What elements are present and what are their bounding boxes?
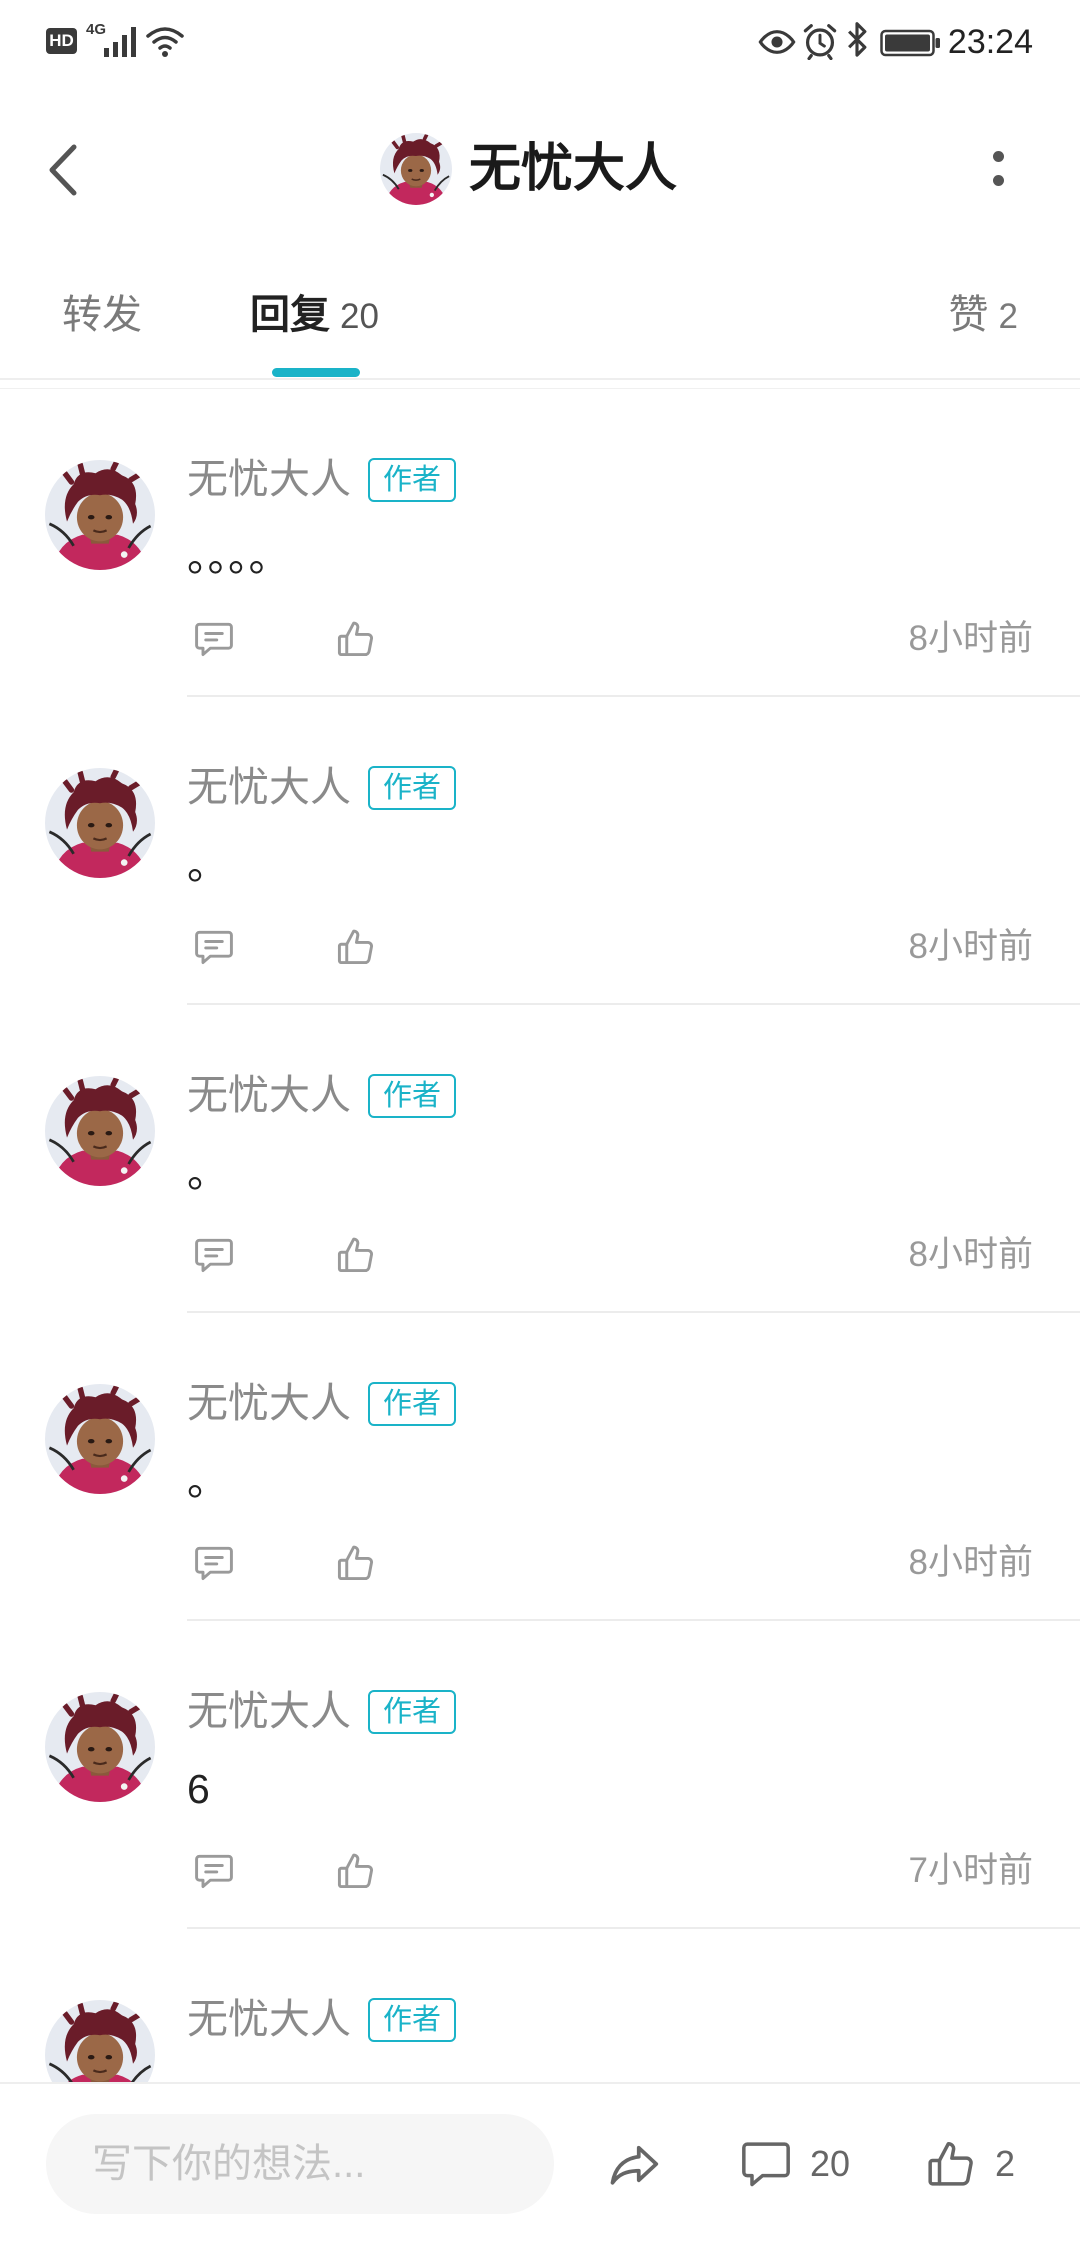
comment-time: 8小时前 — [908, 619, 1033, 658]
tab-forward[interactable]: 转发 — [62, 291, 142, 339]
avatar[interactable] — [45, 1692, 155, 1802]
avatar[interactable] — [45, 2000, 155, 2082]
comment-list[interactable]: 无忧大人 作者 。。。。 8小时前 无忧大人 作者 。 8小时前 无忧大人 作者… — [0, 389, 1080, 2082]
list-item: 无忧大人 作者 7 — [0, 1929, 1080, 2082]
hd-icon: HD — [46, 28, 77, 54]
avatar[interactable] — [45, 1384, 155, 1494]
tab-replies[interactable]: 回复 20 — [250, 291, 379, 339]
divider — [0, 378, 1080, 380]
comment-count: 20 — [810, 2143, 851, 2184]
comment-button[interactable]: 20 — [738, 2132, 858, 2196]
like-button[interactable] — [333, 1849, 377, 1893]
comment-content: 。 — [187, 842, 228, 888]
thumbs-up-icon — [333, 1233, 377, 1277]
thumbs-up-icon — [333, 925, 377, 969]
comment-author[interactable]: 无忧大人 — [187, 762, 351, 812]
status-bar: HD 4G 23:24 — [0, 0, 1080, 85]
comment-icon — [192, 1541, 236, 1585]
tab-label: 转发 — [62, 293, 142, 337]
author-badge: 作者 — [368, 1382, 456, 1426]
comment-bubble-icon — [742, 2142, 790, 2187]
tab-likes[interactable]: 赞2 — [949, 291, 1018, 339]
comment-content: 。 — [187, 1150, 228, 1196]
active-tab-indicator — [272, 368, 360, 377]
like-count: 2 — [995, 2143, 1016, 2184]
author-badge: 作者 — [368, 1690, 456, 1734]
signal-icon — [104, 27, 136, 57]
list-item: 无忧大人 作者 。。。。 8小时前 — [0, 389, 1080, 697]
avatar[interactable] — [45, 460, 155, 570]
back-button[interactable] — [40, 137, 92, 203]
comment-author[interactable]: 无忧大人 — [187, 1686, 351, 1736]
comment-icon — [192, 925, 236, 969]
comment-content: 。 — [187, 1458, 228, 1504]
reply-button[interactable] — [192, 1849, 236, 1893]
thumbs-up-icon — [333, 1541, 377, 1585]
alarm-icon — [803, 24, 837, 60]
status-time: 23:24 — [947, 23, 1033, 61]
bottom-action-bar: 20 2 — [0, 2082, 1080, 2244]
avatar[interactable] — [45, 1076, 155, 1186]
comment-icon — [192, 1849, 236, 1893]
thumbs-up-icon — [333, 1849, 377, 1893]
comment-content: 6 — [187, 1766, 210, 1812]
tab-count: 2 — [998, 297, 1018, 336]
page-title: 无忧大人 — [469, 140, 678, 198]
comment-icon — [192, 617, 236, 661]
like-button[interactable] — [333, 1541, 377, 1585]
comment-input[interactable] — [46, 2114, 554, 2214]
comment-time: 8小时前 — [908, 1543, 1033, 1582]
list-item: 无忧大人 作者 6 7小时前 — [0, 1621, 1080, 1929]
like-button[interactable] — [333, 1233, 377, 1277]
thumbs-up-icon — [333, 617, 377, 661]
reply-button[interactable] — [192, 617, 236, 661]
header: 无忧大人 — [0, 85, 1080, 255]
comment-time: 8小时前 — [908, 927, 1033, 966]
author-badge: 作者 — [368, 766, 456, 810]
comment-icon — [192, 1233, 236, 1277]
author-badge: 作者 — [368, 1074, 456, 1118]
comment-content: 7 — [187, 2072, 210, 2082]
like-button[interactable]: 2 — [922, 2132, 1032, 2196]
avatar[interactable] — [45, 768, 155, 878]
reply-button[interactable] — [192, 925, 236, 969]
tab-label: 回复 — [250, 293, 330, 337]
comment-author[interactable]: 无忧大人 — [187, 1994, 351, 2044]
thumbs-up-icon — [922, 2136, 978, 2192]
share-button[interactable] — [604, 2134, 666, 2194]
author-badge: 作者 — [368, 1998, 456, 2042]
comment-time: 8小时前 — [908, 1235, 1033, 1274]
comment-author[interactable]: 无忧大人 — [187, 454, 351, 504]
avatar[interactable] — [380, 133, 452, 205]
chevron-left-icon — [49, 144, 77, 196]
wifi-icon — [146, 27, 184, 57]
author-badge: 作者 — [368, 458, 456, 502]
share-icon — [610, 2145, 659, 2185]
bluetooth-icon — [848, 22, 867, 57]
list-item: 无忧大人 作者 。 8小时前 — [0, 697, 1080, 1005]
tab-label: 赞 — [948, 293, 989, 337]
reply-button[interactable] — [192, 1541, 236, 1585]
eye-icon — [758, 30, 796, 54]
like-button[interactable] — [333, 617, 377, 661]
battery-icon — [880, 29, 940, 57]
comment-author[interactable]: 无忧大人 — [187, 1378, 351, 1428]
tab-count: 20 — [340, 297, 379, 336]
list-item: 无忧大人 作者 。 8小时前 — [0, 1313, 1080, 1621]
tab-bar: 转发 回复 20 赞2 — [0, 255, 1080, 380]
comment-author[interactable]: 无忧大人 — [187, 1070, 351, 1120]
comment-time: 7小时前 — [908, 1851, 1033, 1890]
list-item: 无忧大人 作者 。 8小时前 — [0, 1005, 1080, 1313]
more-button[interactable] — [986, 141, 1010, 197]
comment-content: 。。。。 — [187, 534, 290, 580]
like-button[interactable] — [333, 925, 377, 969]
reply-button[interactable] — [192, 1233, 236, 1277]
